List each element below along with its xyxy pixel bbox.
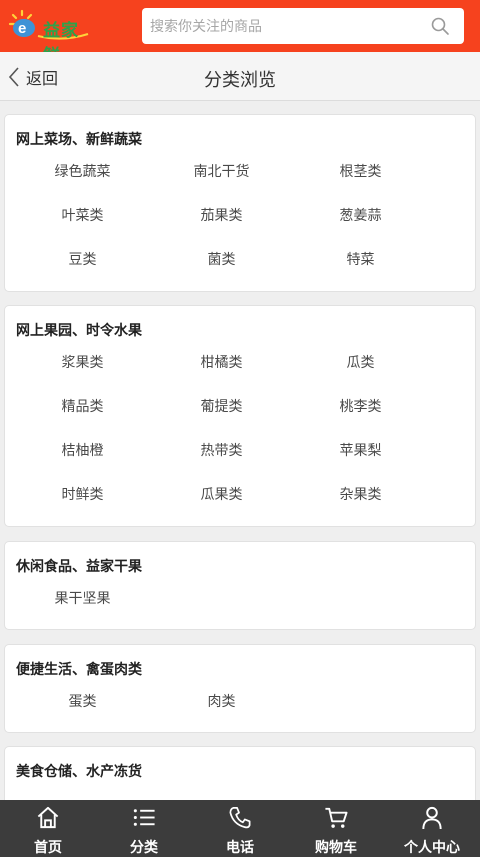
search-icon[interactable] — [430, 16, 450, 36]
category-item[interactable]: 瓜果类 — [152, 482, 291, 526]
category-item[interactable]: 热带类 — [152, 438, 291, 482]
tab-label: 首页 — [34, 839, 62, 855]
tab-phone[interactable]: 电话 — [192, 800, 288, 857]
category-item[interactable]: 菌类 — [152, 247, 291, 291]
category-section: 便捷生活、禽蛋肉类 蛋类 肉类 — [4, 644, 476, 733]
section-title: 美食仓储、水产冻货 — [16, 763, 142, 779]
section-items: 蛋类 肉类 — [5, 689, 477, 733]
tab-category[interactable]: 分类 — [96, 800, 192, 857]
page-title: 分类浏览 — [204, 70, 276, 90]
category-item[interactable]: 杂果类 — [291, 482, 430, 526]
section-title: 休闲食品、益家干果 — [16, 558, 142, 574]
home-icon — [37, 806, 59, 829]
category-item[interactable]: 葡提类 — [152, 394, 291, 438]
section-title: 便捷生活、禽蛋肉类 — [16, 661, 142, 677]
category-item[interactable]: 葱姜蒜 — [291, 203, 430, 247]
section-title: 网上菜场、新鲜蔬菜 — [16, 131, 142, 147]
bottom-tab-bar: 首页 分类 电话 购物车 个人中心 — [0, 800, 480, 857]
svg-text:e: e — [18, 20, 26, 37]
phone-icon — [229, 807, 251, 829]
category-item[interactable]: 瓜类 — [291, 350, 430, 394]
category-item[interactable]: 根茎类 — [291, 159, 430, 203]
tab-home[interactable]: 首页 — [0, 800, 96, 857]
tab-label: 个人中心 — [404, 839, 460, 855]
tab-label: 电话 — [226, 839, 254, 855]
section-title: 网上果园、时令水果 — [16, 322, 142, 338]
section-items: 浆果类 柑橘类 瓜类 精品类 葡提类 桃李类 桔柚橙 热带类 苹果梨 时鲜类 瓜… — [5, 350, 477, 526]
section-items: 绿色蔬菜 南北干货 根茎类 叶菜类 茄果类 葱姜蒜 豆类 菌类 特菜 — [5, 159, 477, 291]
tab-label: 分类 — [130, 839, 158, 855]
category-item[interactable]: 绿色蔬菜 — [13, 159, 152, 203]
category-item[interactable]: 茄果类 — [152, 203, 291, 247]
search-box[interactable] — [142, 8, 464, 44]
list-icon — [133, 809, 155, 826]
category-section: 休闲食品、益家干果 果干坚果 — [4, 541, 476, 630]
tab-cart[interactable]: 购物车 — [288, 800, 384, 857]
category-list: 网上菜场、新鲜蔬菜 绿色蔬菜 南北干货 根茎类 叶菜类 茄果类 葱姜蒜 豆类 菌… — [0, 101, 480, 800]
category-section: 网上菜场、新鲜蔬菜 绿色蔬菜 南北干货 根茎类 叶菜类 茄果类 葱姜蒜 豆类 菌… — [4, 114, 476, 292]
category-item[interactable]: 豆类 — [13, 247, 152, 291]
cart-icon — [325, 807, 348, 828]
category-item[interactable]: 桃李类 — [291, 394, 430, 438]
category-section: 网上果园、时令水果 浆果类 柑橘类 瓜类 精品类 葡提类 桃李类 桔柚橙 热带类… — [4, 305, 476, 527]
section-items: 果干坚果 — [5, 586, 477, 630]
category-item[interactable]: 精品类 — [13, 394, 152, 438]
user-icon — [422, 806, 442, 830]
title-bar: 返回 分类浏览 — [0, 52, 480, 101]
top-header: e 益家鲜 — [0, 0, 480, 65]
category-item[interactable]: 叶菜类 — [13, 203, 152, 247]
category-item[interactable]: 肉类 — [152, 689, 291, 733]
search-input[interactable] — [150, 8, 420, 44]
category-section: 美食仓储、水产冻货 — [4, 746, 476, 800]
category-item[interactable]: 时鲜类 — [13, 482, 152, 526]
category-item[interactable]: 桔柚橙 — [13, 438, 152, 482]
tab-label: 购物车 — [315, 839, 357, 855]
category-item[interactable]: 果干坚果 — [13, 586, 152, 630]
category-item[interactable]: 南北干货 — [152, 159, 291, 203]
category-item[interactable]: 浆果类 — [13, 350, 152, 394]
category-item[interactable]: 苹果梨 — [291, 438, 430, 482]
category-item[interactable]: 蛋类 — [13, 689, 152, 733]
category-item[interactable]: 柑橘类 — [152, 350, 291, 394]
category-item[interactable]: 特菜 — [291, 247, 430, 291]
brand-logo[interactable]: e 益家鲜 — [8, 8, 92, 65]
tab-profile[interactable]: 个人中心 — [384, 800, 480, 857]
